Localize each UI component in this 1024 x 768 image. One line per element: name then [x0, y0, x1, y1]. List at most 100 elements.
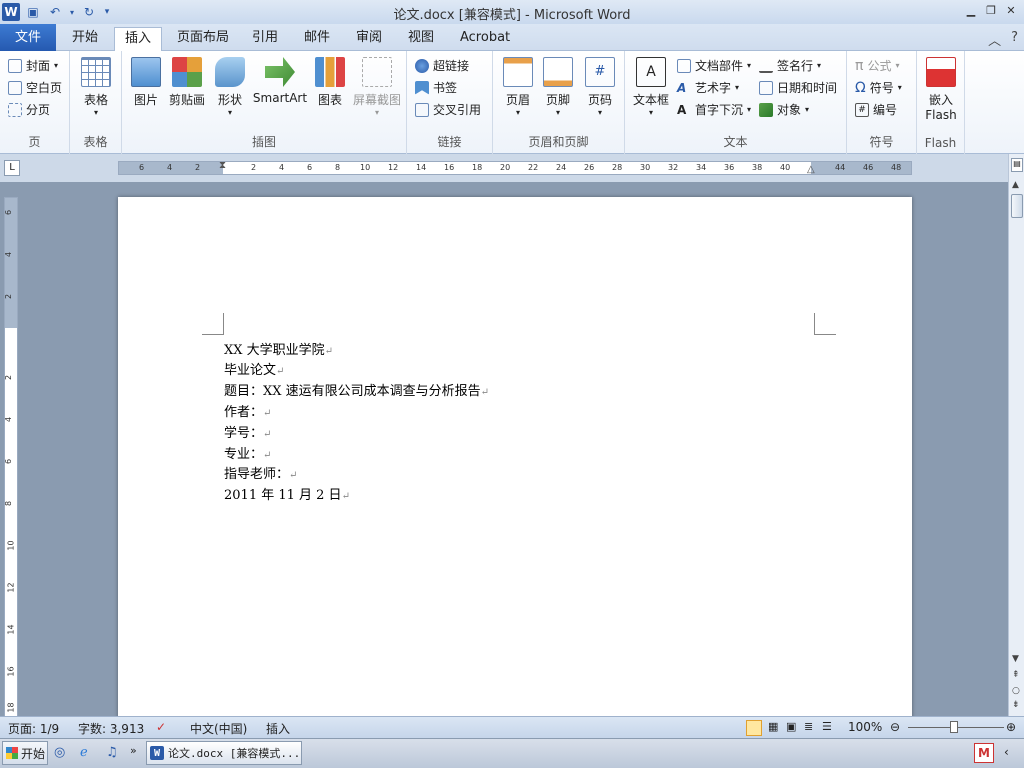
horizontal-ruler[interactable]: 6 4 2 2 4 6 8 10 12 14 16 18 20 22 24 26…	[118, 160, 912, 175]
hyperlink-button[interactable]: 超链接	[415, 57, 469, 74]
header-icon	[503, 57, 533, 87]
chevron-down-icon[interactable]: ▾	[68, 3, 76, 21]
smartart-button[interactable]: SmartArt	[252, 57, 308, 105]
scroll-up-icon[interactable]: ▲	[1012, 180, 1019, 190]
taskbar-word-item[interactable]: W 论文.docx [兼容模式...	[146, 741, 302, 765]
minimize-icon[interactable]: ▁	[962, 2, 980, 18]
blank-page-button[interactable]: 空白页	[8, 79, 62, 96]
tab-mailings[interactable]: 邮件	[294, 27, 340, 51]
doc-line-date[interactable]: 2011 年 11 月 2 日↵	[224, 484, 350, 503]
full-screen-reading-icon[interactable]: ▦	[768, 720, 778, 733]
help-icon[interactable]: ?	[1011, 30, 1018, 49]
zoom-slider-thumb[interactable]	[950, 721, 958, 733]
textbox-button[interactable]: A 文本框 ▾	[629, 57, 673, 117]
zoom-level[interactable]: 100%	[848, 720, 882, 734]
doc-line-title[interactable]: 题目：XX 速运有限公司成本调查与分析报告↵	[224, 380, 489, 399]
previous-page-icon[interactable]: ⇞	[1012, 670, 1020, 680]
cross-reference-icon	[415, 102, 429, 117]
scroll-down-icon[interactable]: ▼	[1012, 654, 1019, 664]
restore-icon[interactable]: ❐	[982, 2, 1000, 18]
word-logo-icon[interactable]: W	[2, 3, 20, 21]
more-icon[interactable]: »	[130, 744, 137, 757]
minimize-ribbon-icon[interactable]: ︿	[988, 30, 1001, 49]
wordart-button[interactable]: A 艺术字 ▾	[677, 79, 739, 96]
doc-line-school[interactable]: XX 大学职业学院↵	[224, 339, 333, 358]
tab-file[interactable]: 文件	[0, 24, 56, 51]
close-icon[interactable]: ✕	[1002, 2, 1020, 18]
tab-references[interactable]: 引用	[242, 27, 288, 51]
page-count[interactable]: 页面: 1/9	[8, 720, 59, 737]
draft-icon[interactable]: ☰	[822, 720, 832, 733]
tray-app-icon[interactable]: M	[974, 743, 994, 763]
quick-parts-button[interactable]: 文档部件 ▾	[677, 57, 751, 74]
tab-stop-selector[interactable]: L	[4, 160, 20, 176]
tab-home[interactable]: 开始	[62, 27, 108, 51]
web-layout-icon[interactable]: ▣	[786, 720, 796, 733]
picture-button[interactable]: 图片	[128, 57, 164, 108]
outline-icon[interactable]: ≣	[804, 720, 813, 733]
ruler-tick: 22	[528, 163, 539, 172]
ie-icon[interactable]: ℯ	[80, 745, 88, 760]
page-break-button[interactable]: 分页	[8, 101, 50, 118]
customize-qat-icon[interactable]: ▾	[102, 3, 112, 21]
vertical-ruler[interactable]: 6 4 2 2 4 6 8 10 12 14 16 18	[4, 197, 18, 717]
textbox-icon: A	[636, 57, 666, 87]
next-page-icon[interactable]: ⇟	[1012, 700, 1020, 710]
chart-button[interactable]: 图表	[312, 57, 348, 108]
tab-view[interactable]: 视图	[398, 27, 444, 51]
quicklaunch-icon[interactable]: ◎	[54, 745, 65, 760]
language[interactable]: 中文(中国)	[190, 720, 247, 737]
proofing-icon[interactable]: ✓	[156, 720, 166, 734]
date-time-button[interactable]: 日期和时间	[759, 79, 837, 96]
save-icon[interactable]: ▣	[24, 3, 42, 21]
doc-line-student-id[interactable]: 学号：↵	[224, 422, 271, 441]
cross-reference-button[interactable]: 交叉引用	[415, 101, 481, 118]
tab-review[interactable]: 审阅	[346, 27, 392, 51]
word-count[interactable]: 字数: 3,913	[78, 720, 144, 737]
media-icon[interactable]: ♫	[106, 745, 118, 760]
right-indent-marker-icon[interactable]: △	[807, 164, 815, 175]
clipart-icon	[172, 57, 202, 87]
clipart-button[interactable]: 剪贴画	[166, 57, 208, 108]
ruler-toggle-icon[interactable]: ▤	[1011, 158, 1023, 172]
number-button[interactable]: # 编号	[855, 101, 897, 118]
indent-marker-icon[interactable]: ⧗	[219, 160, 226, 171]
tray-expand-icon[interactable]: ‹	[1004, 745, 1009, 759]
zoom-in-icon[interactable]: ⊕	[1006, 720, 1016, 734]
vertical-scrollbar[interactable]: ▤ ▲ ▼ ⇞ ○ ⇟	[1008, 154, 1024, 716]
doc-line-major[interactable]: 专业：↵	[224, 443, 271, 462]
tab-acrobat[interactable]: Acrobat	[450, 27, 520, 51]
zoom-out-icon[interactable]: ⊖	[890, 720, 900, 734]
table-button[interactable]: 表格 ▾	[78, 57, 114, 117]
header-button[interactable]: 页眉 ▾	[499, 57, 537, 117]
doc-line-author[interactable]: 作者：↵	[224, 401, 271, 420]
symbol-button[interactable]: Ω 符号 ▾	[855, 79, 902, 96]
doc-line-advisor[interactable]: 指导老师：↵	[224, 463, 297, 482]
signature-line-button[interactable]: 签名行 ▾	[759, 57, 821, 74]
bookmark-button[interactable]: 书签	[415, 79, 457, 96]
footer-button[interactable]: 页脚 ▾	[539, 57, 577, 117]
redo-icon[interactable]: ↻	[80, 3, 98, 21]
ruler-tick: 48	[891, 163, 902, 172]
embed-flash-button[interactable]: 嵌入 Flash	[923, 57, 959, 122]
insert-mode[interactable]: 插入	[266, 720, 290, 737]
cover-page-button[interactable]: 封面 ▾	[8, 57, 58, 74]
blank-page-icon	[8, 80, 22, 95]
ruler-tick: 8	[335, 163, 341, 172]
page-number-button[interactable]: # 页码 ▾	[581, 57, 619, 117]
doc-line-thesis[interactable]: 毕业论文↵	[224, 359, 284, 378]
document-page[interactable]	[118, 197, 912, 727]
print-layout-icon[interactable]	[746, 720, 762, 736]
tab-insert[interactable]: 插入	[114, 27, 163, 52]
screenshot-button[interactable]: 屏幕截图 ▾	[350, 57, 404, 117]
start-button[interactable]: 开始	[2, 741, 48, 765]
object-button[interactable]: 对象 ▾	[759, 101, 809, 118]
drop-cap-button[interactable]: A 首字下沉 ▾	[677, 101, 751, 118]
chart-icon	[315, 57, 345, 87]
equation-button[interactable]: π 公式 ▾	[855, 57, 899, 74]
tab-page-layout[interactable]: 页面布局	[167, 27, 239, 51]
undo-icon[interactable]: ↶	[46, 3, 64, 21]
scroll-thumb[interactable]	[1011, 194, 1023, 218]
browse-object-icon[interactable]: ○	[1012, 686, 1020, 696]
shapes-button[interactable]: 形状 ▾	[212, 57, 248, 117]
